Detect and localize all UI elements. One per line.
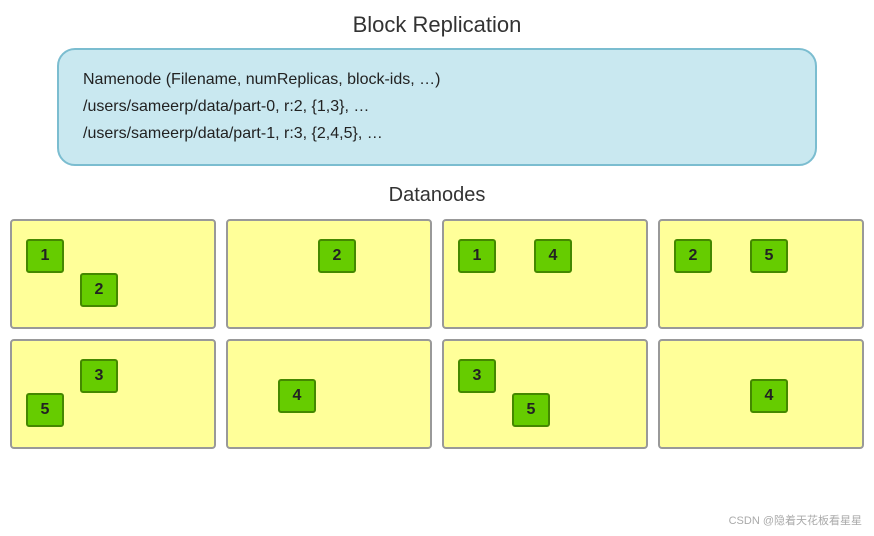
page-title: Block Replication [0, 0, 874, 48]
datanode-cell: 2 [226, 219, 432, 329]
block-item: 3 [458, 359, 496, 393]
datanode-grid: 1221425534354 [10, 219, 864, 449]
block-item: 5 [512, 393, 550, 427]
block-item: 4 [750, 379, 788, 413]
block-item: 5 [750, 239, 788, 273]
block-item: 3 [80, 359, 118, 393]
block-item: 1 [458, 239, 496, 273]
namenode-box: Namenode (Filename, numReplicas, block-i… [57, 48, 817, 166]
datanode-cell: 25 [658, 219, 864, 329]
datanode-cell: 4 [226, 339, 432, 449]
datanode-cell: 12 [10, 219, 216, 329]
datanode-cell: 4 [658, 339, 864, 449]
block-item: 2 [318, 239, 356, 273]
datanode-cell: 35 [442, 339, 648, 449]
datanode-cell: 53 [10, 339, 216, 449]
block-item: 2 [80, 273, 118, 307]
block-item: 1 [26, 239, 64, 273]
block-item: 4 [534, 239, 572, 273]
datanode-cell: 14 [442, 219, 648, 329]
block-item: 2 [674, 239, 712, 273]
block-item: 4 [278, 379, 316, 413]
namenode-line-2: /users/sameerp/data/part-0, r:2, {1,3}, … [83, 98, 369, 115]
namenode-line-1: Namenode (Filename, numReplicas, block-i… [83, 71, 440, 88]
datanodes-title: Datanodes [0, 184, 874, 207]
block-item: 5 [26, 393, 64, 427]
namenode-line-3: /users/sameerp/data/part-1, r:3, {2,4,5}… [83, 125, 383, 142]
watermark: CSDN @隐着天花板看星星 [729, 512, 862, 528]
